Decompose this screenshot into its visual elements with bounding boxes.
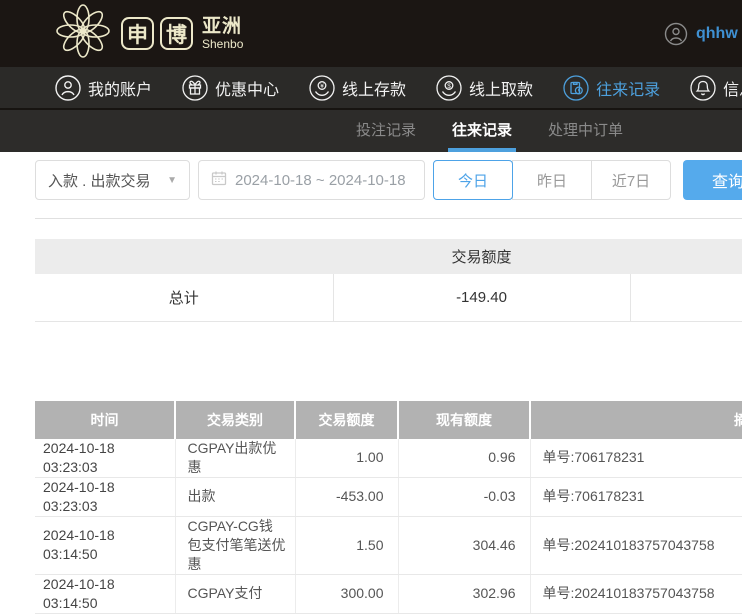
section-divider bbox=[35, 218, 742, 219]
top-header: 申 博 亚洲 Shenbo qhhw bbox=[0, 0, 742, 67]
table-cell: 1.50 bbox=[295, 516, 398, 574]
summary-table: 交易额度 总计 -149.40 bbox=[35, 239, 742, 322]
nav-label: 往来记录 bbox=[596, 76, 660, 100]
transactions-table: 时间 交易类别 交易额度 现有额度 摘要 2024-10-18 03:23:03… bbox=[35, 401, 742, 614]
column-header-balance: 现有额度 bbox=[398, 401, 530, 439]
deposit-icon: ¥ bbox=[309, 75, 335, 101]
transactions-header-row: 时间 交易类别 交易额度 现有额度 摘要 bbox=[35, 401, 742, 439]
column-header-amount: 交易额度 bbox=[295, 401, 398, 439]
column-header-type: 交易类别 bbox=[175, 401, 295, 439]
today-button[interactable]: 今日 bbox=[433, 160, 513, 200]
yesterday-button[interactable]: 昨日 bbox=[512, 160, 592, 200]
table-cell: 2024-10-18 03:23:03 bbox=[35, 477, 175, 516]
svg-text:¥: ¥ bbox=[320, 83, 324, 90]
tab-transaction-records[interactable]: 往来记录 bbox=[448, 110, 516, 152]
records-tab-bar: 投注记录 往来记录 处理中订单 bbox=[0, 108, 742, 152]
table-cell: 302.96 bbox=[398, 574, 530, 613]
tab-betting-records[interactable]: 投注记录 bbox=[352, 110, 420, 152]
calendar-icon bbox=[211, 170, 227, 190]
nav-label: 我的账户 bbox=[88, 76, 152, 100]
summary-total-value: -149.40 bbox=[333, 274, 630, 321]
column-header-summary: 摘要 bbox=[530, 401, 742, 439]
table-cell: -0.03 bbox=[398, 477, 530, 516]
summary-total-label: 总计 bbox=[35, 274, 333, 321]
brand-logo[interactable]: 申 博 亚洲 Shenbo bbox=[55, 3, 243, 64]
user-account-area[interactable]: qhhw bbox=[664, 0, 738, 67]
tab-pending-orders[interactable]: 处理中订单 bbox=[544, 110, 627, 152]
table-cell: -453.00 bbox=[295, 477, 398, 516]
summary-header-row: 交易额度 bbox=[35, 239, 742, 274]
table-cell: 单号:706178231 bbox=[530, 477, 742, 516]
table-cell: 300.00 bbox=[295, 574, 398, 613]
table-cell: 单号:202410183757043758 bbox=[530, 516, 742, 574]
table-cell: 2024-10-18 03:14:50 bbox=[35, 574, 175, 613]
logo-wordmark: 亚洲 Shenbo bbox=[202, 17, 243, 50]
gift-icon bbox=[182, 75, 208, 101]
content-area: 入款 . 出款交易 ▼ 2024-10-18 ~ 2024-10-18 今日 昨… bbox=[0, 160, 742, 614]
nav-item-promotions[interactable]: 优惠中心 bbox=[182, 75, 279, 101]
transaction-type-select[interactable]: 入款 . 出款交易 ▼ bbox=[35, 160, 190, 200]
summary-header-empty bbox=[630, 239, 742, 274]
logo-char-shen: 申 bbox=[121, 17, 154, 50]
quick-date-button-group: 今日 昨日 近7日 bbox=[433, 160, 671, 200]
table-row: 2024-10-18 03:14:50CGPAY支付300.00302.96单号… bbox=[35, 574, 742, 613]
table-cell: CGPAY出款优惠 bbox=[175, 439, 295, 478]
logo-subtitle-text: Shenbo bbox=[202, 38, 243, 50]
column-header-time: 时间 bbox=[35, 401, 175, 439]
nav-item-transaction-records[interactable]: 往来记录 bbox=[563, 75, 660, 101]
bell-icon bbox=[690, 75, 716, 101]
user-avatar-icon bbox=[664, 22, 688, 46]
username-text[interactable]: qhhw bbox=[696, 25, 738, 43]
search-button[interactable]: 查询 bbox=[683, 160, 742, 200]
table-row: 2024-10-18 03:14:50CGPAY-CG钱包支付笔笔送优惠1.50… bbox=[35, 516, 742, 574]
summary-total-row: 总计 -149.40 bbox=[35, 274, 742, 321]
filter-row: 入款 . 出款交易 ▼ 2024-10-18 ~ 2024-10-18 今日 昨… bbox=[35, 160, 742, 200]
nav-label: 优惠中心 bbox=[215, 76, 279, 100]
nav-item-my-account[interactable]: 我的账户 bbox=[55, 75, 152, 101]
transaction-type-value: 入款 . 出款交易 bbox=[48, 170, 151, 191]
table-cell: 单号:706178231 bbox=[530, 439, 742, 478]
table-cell: 1.00 bbox=[295, 439, 398, 478]
svg-text:$: $ bbox=[447, 83, 451, 90]
nav-item-deposit[interactable]: ¥ 线上存款 bbox=[309, 75, 406, 101]
table-cell: 304.46 bbox=[398, 516, 530, 574]
nav-item-messages[interactable]: 信息 bbox=[690, 75, 742, 101]
table-cell: 单号:202410183757043758 bbox=[530, 574, 742, 613]
table-cell: 0.96 bbox=[398, 439, 530, 478]
date-range-input[interactable]: 2024-10-18 ~ 2024-10-18 bbox=[198, 160, 425, 200]
records-icon bbox=[563, 75, 589, 101]
withdraw-icon: $ bbox=[436, 75, 462, 101]
main-navigation: 我的账户 优惠中心 ¥ 线上存款 $ 线上取款 bbox=[0, 67, 742, 108]
logo-region-text: 亚洲 bbox=[202, 17, 243, 36]
nav-item-withdraw[interactable]: $ 线上取款 bbox=[436, 75, 533, 101]
chevron-down-icon: ▼ bbox=[167, 175, 177, 186]
table-cell: 2024-10-18 03:23:03 bbox=[35, 439, 175, 478]
table-cell: 2024-10-18 03:14:50 bbox=[35, 516, 175, 574]
summary-header-empty bbox=[35, 239, 333, 274]
nav-label: 信息 bbox=[723, 76, 742, 100]
table-cell: CGPAY支付 bbox=[175, 574, 295, 613]
lotus-flower-icon bbox=[55, 3, 111, 64]
user-circle-icon bbox=[55, 75, 81, 101]
nav-label: 线上取款 bbox=[469, 76, 533, 100]
transactions-table-body: 2024-10-18 03:23:03CGPAY出款优惠1.000.96单号:7… bbox=[35, 439, 742, 614]
table-row: 2024-10-18 03:23:03CGPAY出款优惠1.000.96单号:7… bbox=[35, 439, 742, 478]
table-row: 2024-10-18 03:23:03出款-453.00-0.03单号:7061… bbox=[35, 477, 742, 516]
last-7-days-button[interactable]: 近7日 bbox=[591, 160, 671, 200]
logo-char-bo: 博 bbox=[160, 17, 193, 50]
table-cell: 出款 bbox=[175, 477, 295, 516]
table-cell: CGPAY-CG钱包支付笔笔送优惠 bbox=[175, 516, 295, 574]
summary-empty-cell bbox=[630, 274, 742, 321]
nav-label: 线上存款 bbox=[342, 76, 406, 100]
summary-header-amount: 交易额度 bbox=[333, 239, 630, 274]
date-range-value: 2024-10-18 ~ 2024-10-18 bbox=[235, 172, 406, 189]
